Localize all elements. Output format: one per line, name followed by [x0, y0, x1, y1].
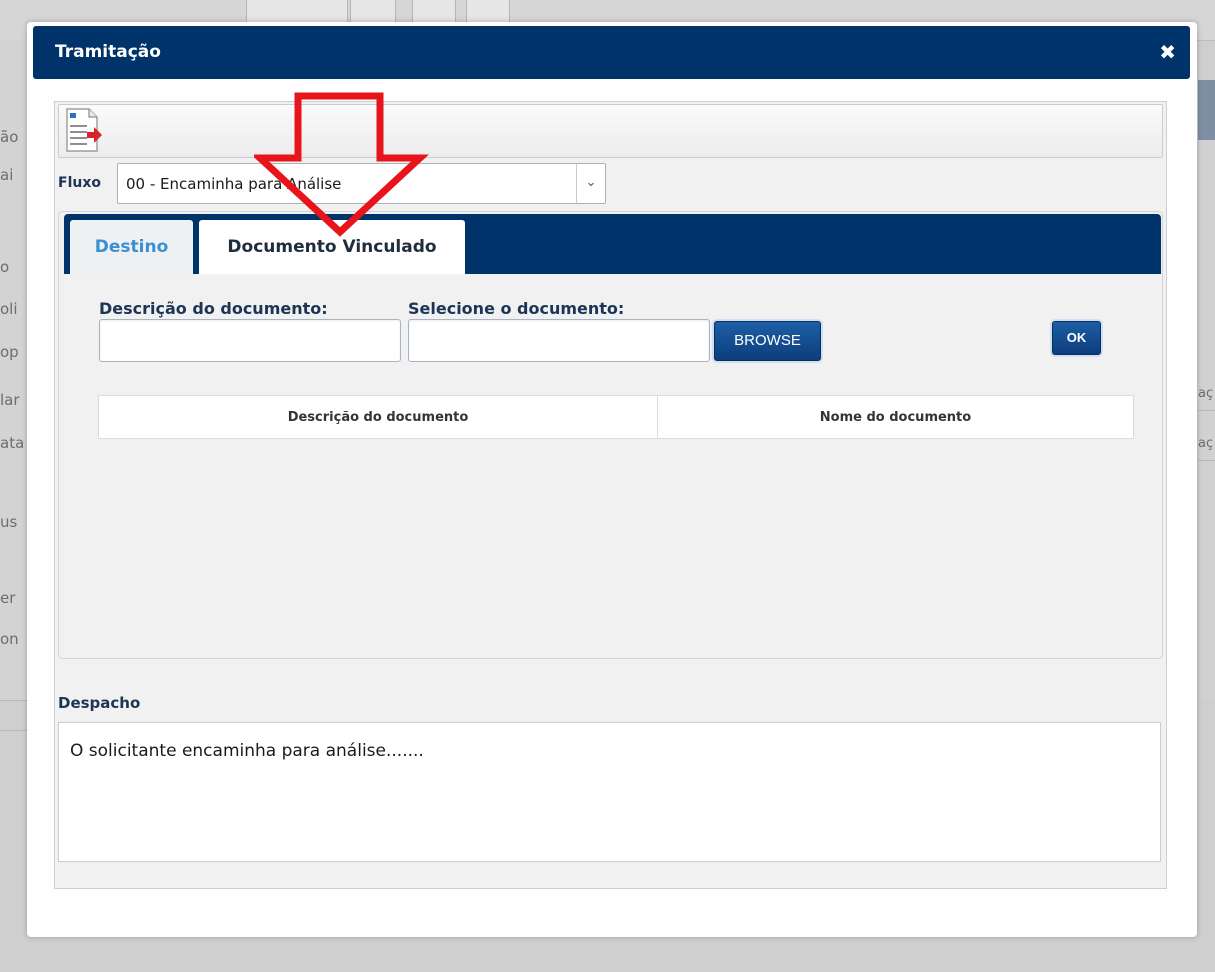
background-text: aç: [1198, 436, 1214, 451]
background-text: ão: [0, 128, 19, 146]
background-text: er: [0, 589, 16, 607]
fluxo-row: Fluxo 00 - Encaminha para Análise ⌄: [58, 160, 1161, 210]
selecione-documento-input[interactable]: [408, 319, 710, 362]
ok-button[interactable]: OK: [1052, 321, 1101, 355]
background-text: on: [0, 630, 19, 648]
dialog-toolbar: [58, 104, 1163, 158]
dialog-body: Fluxo 00 - Encaminha para Análise ⌄ Dest…: [54, 101, 1167, 889]
background-text: oli: [0, 300, 18, 318]
documents-table: Descrição do documento Nome do documento: [98, 395, 1134, 439]
column-header-nome[interactable]: Nome do documento: [657, 395, 1134, 439]
background-text: op: [0, 343, 19, 361]
background-text: us: [0, 513, 18, 531]
dialog-header: Tramitação ✖: [33, 26, 1190, 79]
tramitacao-dialog: Tramitação ✖ Fluxo 00 - Encaminha para A…: [27, 22, 1197, 937]
tab-label: Documento Vinculado: [227, 237, 437, 257]
tab-destino[interactable]: Destino: [70, 220, 193, 274]
chevron-down-icon[interactable]: ⌄: [576, 164, 605, 203]
column-header-descricao[interactable]: Descrição do documento: [98, 395, 658, 439]
background-text: lar: [0, 391, 20, 409]
ok-button-label: OK: [1066, 330, 1087, 345]
red-arrow-annotation: [254, 92, 429, 237]
background-tool-button: [412, 0, 456, 23]
descricao-input[interactable]: [99, 319, 401, 362]
send-document-icon[interactable]: [63, 107, 103, 153]
descricao-label: Descrição do documento:: [99, 299, 328, 318]
background-text: ata: [0, 434, 25, 452]
background-divider: [1198, 410, 1215, 411]
despacho-text: O solicitante encaminha para análise....…: [70, 741, 424, 761]
background-tool-button: [350, 0, 396, 23]
selecione-label: Selecione o documento:: [408, 299, 625, 318]
tab-bar: Destino Documento Vinculado: [64, 214, 1161, 274]
background-divider: [0, 730, 30, 731]
browse-button[interactable]: BROWSE: [714, 321, 821, 361]
tab-panel: Destino Documento Vinculado Descrição do…: [58, 211, 1163, 659]
browse-button-label: BROWSE: [734, 332, 801, 349]
table-header-row: Descrição do documento Nome do documento: [98, 395, 1134, 439]
background-right-header: [1198, 80, 1215, 140]
fluxo-label: Fluxo: [58, 175, 101, 191]
background-text: ai: [0, 166, 14, 184]
background-divider: [0, 700, 30, 701]
despacho-textarea[interactable]: O solicitante encaminha para análise....…: [58, 722, 1161, 862]
tab-label: Destino: [94, 237, 169, 257]
close-icon[interactable]: ✖: [1159, 40, 1176, 64]
background-text: aç: [1198, 386, 1214, 401]
background-tool-button: [246, 0, 348, 23]
dialog-title: Tramitação: [55, 42, 161, 62]
background-divider: [1198, 460, 1215, 461]
background-tool-button: [466, 0, 510, 23]
despacho-label: Despacho: [58, 694, 141, 712]
background-text: o: [0, 258, 10, 276]
